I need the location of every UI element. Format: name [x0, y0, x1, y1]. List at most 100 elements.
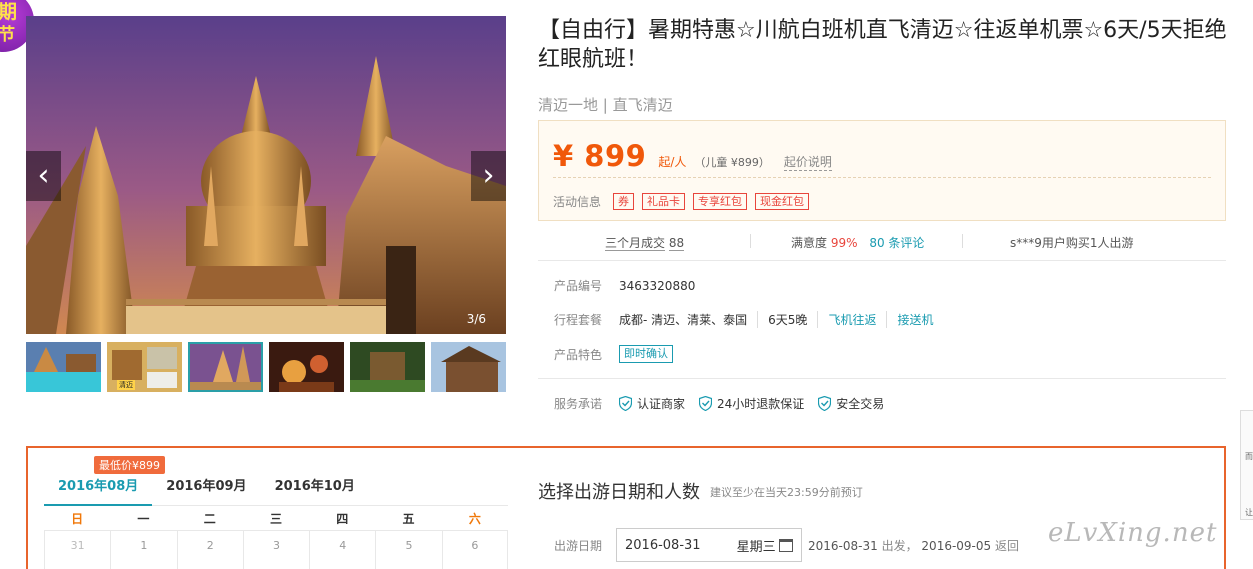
- service-certified-label: 认证商家: [637, 397, 686, 411]
- itinerary-flight-link[interactable]: 飞机往返: [817, 311, 886, 328]
- service-label: 服务承诺: [554, 397, 603, 411]
- weekday-mon: 一: [137, 512, 150, 526]
- site-watermark: eLvXing.net: [1048, 518, 1218, 548]
- shield-check-icon: [699, 396, 713, 411]
- main-photo: ‹ › 3/6: [26, 16, 506, 334]
- tab-month-sep[interactable]: 2016年09月: [152, 476, 260, 506]
- calendar-day[interactable]: 4: [309, 531, 375, 569]
- weekday-fri: 五: [402, 512, 415, 526]
- thumbnail-1[interactable]: [26, 342, 101, 392]
- thumbnail-3-active[interactable]: [188, 342, 263, 392]
- return-word: 返回: [995, 538, 1020, 553]
- thumbnail-5[interactable]: [350, 342, 425, 392]
- thumb-wood-temple-photo: [431, 342, 506, 392]
- weekday-wed: 三: [269, 512, 282, 526]
- reviews-link[interactable]: 80 条评论: [869, 236, 924, 250]
- booking-panel: 最低价¥899 2016年08月 2016年09月 2016年10月 日 一 二…: [26, 446, 1226, 569]
- depart-date: 2016-08-31: [808, 538, 878, 553]
- calendar-day[interactable]: 1: [110, 531, 176, 569]
- promo-tag-gift-card[interactable]: 礼品卡: [642, 193, 686, 210]
- price-box: ¥ 899 起/人 （儿童 ¥899） 起价说明 活动信息 券 礼品卡 专享红包…: [538, 120, 1226, 221]
- price-divider: [553, 177, 1211, 178]
- promo-tag-coupon[interactable]: 券: [613, 193, 635, 210]
- itinerary-transfer-link[interactable]: 接送机: [886, 311, 943, 328]
- deals-label: 三个月成交: [605, 236, 666, 251]
- stats-row: 三个月成交 88 满意度 99% 80 条评论 s***9用户购买1人出游: [538, 228, 1226, 254]
- calendar-day[interactable]: 6: [441, 531, 508, 569]
- price-note-link[interactable]: 起价说明: [783, 153, 832, 171]
- tab-month-oct[interactable]: 2016年10月: [261, 476, 369, 506]
- thumb-spa-photo: [269, 342, 344, 392]
- price-unit: 起/人: [658, 155, 687, 169]
- satisfaction-label: 满意度: [791, 236, 828, 250]
- service-certified-merchant: 认证商家: [619, 395, 685, 412]
- departure-date-label: 出游日期: [554, 538, 603, 553]
- booking-hint: 建议至少在当天23:59分前预订: [710, 486, 863, 499]
- calendar-day[interactable]: 2: [176, 531, 243, 569]
- thumb-temple-photo: [188, 342, 263, 392]
- product-code-row: 产品编号 3463320880: [554, 277, 695, 294]
- month-tabs: 2016年08月 2016年09月 2016年10月: [44, 476, 508, 506]
- departure-date-picker[interactable]: 2016-08-31 星期三: [616, 528, 802, 562]
- side-dock-char-b: 让: [1245, 508, 1253, 517]
- side-dock-char-a: 而: [1245, 452, 1253, 461]
- promo-tag-exclusive-red-packet[interactable]: 专享红包: [693, 193, 748, 210]
- thumbnail-6[interactable]: [431, 342, 506, 392]
- calendar-day[interactable]: 5: [375, 531, 441, 569]
- product-code-label: 产品编号: [554, 279, 603, 293]
- promo-badge-line1: 期: [0, 1, 18, 23]
- departure-date-row: 出游日期 2016-08-31 星期三 2016-08-31 出发， 2016-…: [554, 528, 1019, 562]
- price-value: ¥ 899: [553, 139, 647, 173]
- trip-date-summary: 2016-08-31 出发， 2016-09-05 返回: [808, 537, 1019, 554]
- departure-date-value: 2016-08-31: [625, 537, 701, 553]
- stat-separator: [962, 234, 963, 248]
- service-refund-guarantee: 24小时退款保证: [699, 395, 804, 412]
- tab-month-aug[interactable]: 2016年08月: [44, 476, 153, 506]
- divider: [538, 378, 1226, 379]
- weekday-thu: 四: [336, 512, 349, 526]
- prev-photo-button[interactable]: ‹: [26, 151, 61, 201]
- weekday-sat: 六: [468, 512, 481, 526]
- calendar-day[interactable]: 3: [242, 531, 309, 569]
- feature-row: 产品特色 即时确认: [554, 345, 673, 363]
- photo-counter: 3/6: [466, 312, 486, 326]
- itinerary-route: 成都- 清迈、清莱、泰国: [619, 313, 748, 327]
- thumbnail-2-label: 清迈: [117, 380, 135, 390]
- next-photo-button[interactable]: ›: [471, 151, 506, 201]
- shield-check-icon: [619, 396, 632, 411]
- satisfaction-stat: 满意度 99% 80 条评论: [791, 234, 924, 251]
- product-code-value: 3463320880: [619, 278, 696, 293]
- price-row: ¥ 899 起/人 （儿童 ¥899） 起价说明: [553, 139, 832, 173]
- service-secure-label: 安全交易: [836, 397, 885, 411]
- thumbnail-2[interactable]: 清迈: [107, 342, 182, 392]
- service-secure-trade: 安全交易: [818, 395, 884, 412]
- temple-photo: [26, 16, 506, 334]
- departure-weekday: 星期三: [736, 539, 776, 555]
- shield-check-icon: [818, 396, 832, 411]
- product-subtitle: 清迈一地 | 直飞清迈: [538, 96, 673, 114]
- weekday-tue: 二: [203, 512, 216, 526]
- deals-stat: 三个月成交 88: [605, 234, 685, 251]
- recent-buyer: s***9用户购买1人出游: [1010, 236, 1134, 250]
- lowest-price-badge: 最低价¥899: [94, 456, 165, 474]
- service-refund-label: 24小时退款保证: [717, 397, 805, 411]
- thumb-pool-photo: [26, 342, 101, 392]
- calendar-icon: [779, 538, 793, 552]
- itinerary-duration: 6天5晚: [757, 311, 817, 328]
- child-price: （儿童 ¥899）: [694, 156, 770, 169]
- thumbnail-4[interactable]: [269, 342, 344, 392]
- stat-separator: [750, 234, 751, 248]
- feature-label: 产品特色: [554, 347, 603, 362]
- promo-row: 活动信息 券 礼品卡 专享红包 现金红包: [553, 193, 817, 210]
- calendar-day[interactable]: 31: [44, 531, 110, 569]
- thumb-garden-photo: [350, 342, 425, 392]
- itinerary-row: 行程套餐 成都- 清迈、清莱、泰国 6天5晚 飞机往返 接送机: [554, 311, 943, 328]
- itinerary-label: 行程套餐: [554, 313, 603, 327]
- service-row: 服务承诺 认证商家 24小时退款保证 安全交易: [554, 395, 898, 412]
- weekday-header: 日 一 二 三 四 五 六: [44, 510, 508, 527]
- calendar-day-grid: 31 1 2 3 4 5 6: [44, 530, 508, 569]
- promo-tag-cash-red-packet[interactable]: 现金红包: [755, 193, 810, 210]
- depart-word: 出发，: [881, 538, 918, 553]
- promo-badge-line2: 节: [0, 25, 15, 45]
- side-dock[interactable]: 而 让: [1240, 410, 1253, 520]
